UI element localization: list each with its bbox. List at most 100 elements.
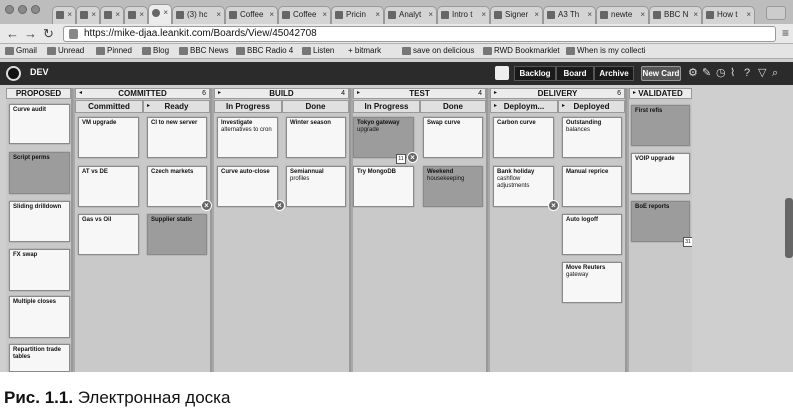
collapse-icon[interactable]: ▸ [218,89,221,98]
collapse-icon[interactable]: ▸ [357,89,360,98]
minimize-window-button[interactable] [18,5,27,14]
collapse-icon[interactable]: ▸ [633,89,636,98]
clock-icon[interactable]: ◷ [716,67,726,79]
sublane-header[interactable]: Committed [75,100,143,113]
card[interactable]: Try MongoDB [353,166,414,207]
card[interactable]: Czech markets [147,166,207,207]
browser-tab[interactable]: × [52,6,76,24]
sublane-header[interactable]: ▸ Deployed [558,100,625,113]
close-tab-icon[interactable]: × [746,7,751,23]
address-bar[interactable]: https://mike-djaa.leankit.com/Boards/Vie… [63,26,776,42]
board-button[interactable]: Board [556,66,594,81]
collapse-icon[interactable]: ◂ [79,89,82,98]
close-tab-icon[interactable]: × [216,7,221,23]
bookmark-gmail[interactable]: Gmail [5,45,37,57]
bookmark-rwd[interactable]: RWD Bookmarklet [483,45,560,57]
bookmark-bitmark[interactable]: + bitmark [348,45,381,57]
close-tab-icon[interactable]: × [322,7,327,23]
blocked-icon[interactable]: × [274,200,285,211]
card[interactable]: Gas vs Oil [78,214,139,255]
card[interactable]: Script perms [9,152,70,194]
close-tab-icon[interactable]: × [139,7,144,23]
edit-icon[interactable]: ✎ [702,67,711,79]
filter-icon[interactable]: ▽ [758,67,766,79]
close-tab-icon[interactable]: × [534,7,539,23]
browser-tab[interactable]: How t × [702,6,755,24]
bookmark-delicious[interactable]: save on delicious [402,45,474,57]
card[interactable]: Winter season [286,117,346,158]
help-icon[interactable]: ? [744,67,750,79]
collapse-icon[interactable]: ▸ [562,101,565,112]
close-tab-icon[interactable]: × [91,7,96,23]
browser-tab[interactable]: Pricin × [331,6,384,24]
browser-tab[interactable]: × [124,6,148,24]
browser-tab[interactable]: (3) hc × [172,6,225,24]
card[interactable]: Move Reuters gateway [562,262,622,303]
card[interactable]: Manual reprice [562,166,622,207]
card[interactable]: FX swap [9,249,70,291]
blocked-icon[interactable]: × [548,200,559,211]
browser-tab[interactable]: Signer × [490,6,543,24]
blocked-icon[interactable]: × [201,200,212,211]
card[interactable]: Outstanding balances [562,117,622,158]
collapse-icon[interactable]: ▸ [494,89,497,98]
close-tab-icon[interactable]: × [640,7,645,23]
browser-tab-active[interactable]: × [148,4,172,24]
browser-tab[interactable]: Coffee × [278,6,331,24]
card[interactable]: First refis [631,105,690,146]
browser-tab[interactable]: Analyt × [384,6,437,24]
browser-tab[interactable]: × [76,6,100,24]
sublane-header[interactable]: In Progress [214,100,282,113]
close-tab-icon[interactable]: × [269,7,274,23]
lane-header-validated[interactable]: ▸ VALIDATED [629,88,692,99]
card[interactable]: VOIP upgrade [631,153,690,194]
search-icon[interactable]: ⌕ [772,67,778,79]
browser-tab[interactable]: Intro t × [437,6,490,24]
close-tab-icon[interactable]: × [481,7,486,23]
sublane-header[interactable]: Done [420,100,486,113]
card[interactable]: Tokyo gateway upgrade [353,117,414,158]
card[interactable]: Curve auto-close [217,166,278,207]
bookmark-pinned[interactable]: Pinned [96,45,132,57]
sublane-header[interactable]: Done [282,100,349,113]
zoom-window-button[interactable] [31,5,40,14]
leankit-logo-icon[interactable] [6,66,21,81]
bookmark-blog[interactable]: Blog [142,45,169,57]
close-tab-icon[interactable]: × [375,7,380,23]
card[interactable]: Multiple closes [9,296,70,338]
reload-icon[interactable]: ↻ [43,26,54,41]
gear-icon[interactable]: ⚙ [688,67,698,79]
sublane-header[interactable]: ▸ Ready [143,100,210,113]
lane-header-delivery[interactable]: ▸ DELIVERY 6 [490,88,625,99]
user-icon[interactable] [495,66,509,80]
close-tab-icon[interactable]: × [428,7,433,23]
chart-icon[interactable]: ⌇ [730,67,735,79]
close-window-button[interactable] [5,5,14,14]
close-tab-icon[interactable]: × [587,7,592,23]
card[interactable]: Supplier static [147,214,207,255]
close-tab-icon[interactable]: × [163,5,168,21]
bookmark-unread[interactable]: Unread [47,45,84,57]
card[interactable]: Curve audit [9,104,70,144]
card[interactable]: Carbon curve [493,117,554,158]
close-tab-icon[interactable]: × [115,7,120,23]
card[interactable]: Weekend housekeeping [423,166,483,207]
calendar-icon[interactable]: 31 [683,237,692,247]
lane-header-build[interactable]: ▸ BUILD 4 [214,88,349,99]
board-title[interactable]: DEV [30,67,49,77]
browser-tab[interactable]: Coffee × [225,6,278,24]
card[interactable]: Swap curve [423,117,483,158]
card[interactable]: Auto logoff [562,214,622,255]
vertical-scrollbar[interactable] [785,198,793,258]
card[interactable]: Sliding drilldown [9,201,70,242]
backlog-button[interactable]: Backlog [514,66,556,81]
card[interactable]: Repartition trade tables [9,344,70,372]
forward-arrow-icon[interactable]: → [24,26,37,41]
card[interactable]: CI to new server [147,117,207,158]
sublane-header[interactable]: ▸ Deploym... [490,100,558,113]
bookmark-collection[interactable]: When is my collecti [566,45,645,57]
archive-button[interactable]: Archive [594,66,634,81]
close-tab-icon[interactable]: × [67,7,72,23]
back-arrow-icon[interactable]: ← [6,26,19,41]
card[interactable]: BoE reports [631,201,690,242]
